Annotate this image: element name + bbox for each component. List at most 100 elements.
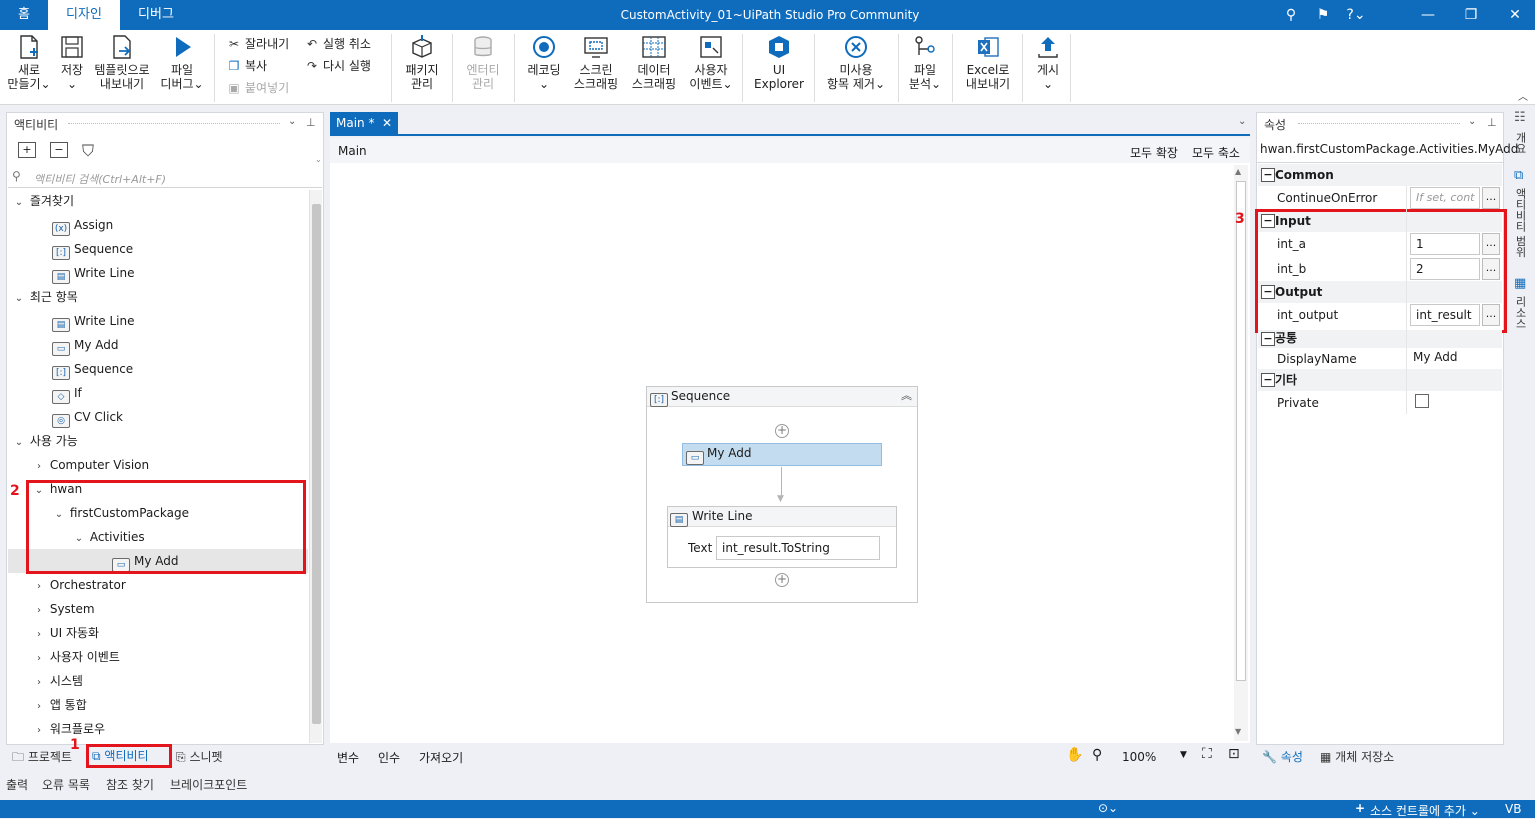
tree-item-sequence[interactable]: [:] Sequence: [52, 357, 133, 381]
tree-recent[interactable]: ⌄ 최근 항목: [12, 285, 78, 309]
breadcrumb[interactable]: Main: [338, 144, 367, 158]
collapse-all-icon[interactable]: −: [50, 142, 68, 158]
expand-all-button[interactable]: 모두 확장: [1130, 144, 1178, 161]
canvas-scroll-thumb[interactable]: [1236, 181, 1246, 681]
tab-home[interactable]: 홈: [0, 0, 48, 30]
tree-user-events[interactable]: › 사용자 이벤트: [32, 645, 120, 669]
zoom-dropdown-icon[interactable]: ▼: [1180, 750, 1187, 760]
pin-icon[interactable]: ⊥: [1487, 116, 1497, 129]
display-name-input[interactable]: My Add: [1413, 350, 1458, 364]
close-tab-icon[interactable]: ✕: [382, 112, 392, 134]
cut-button[interactable]: ✂ 잘라내기: [226, 34, 289, 54]
manage-entities-button[interactable]: 엔터티 관리: [460, 34, 506, 91]
copy-button[interactable]: ❐ 복사: [226, 56, 267, 76]
redo-button[interactable]: ↷ 다시 실행: [304, 56, 371, 76]
zoom-level[interactable]: 100%: [1122, 750, 1156, 764]
arguments-tab[interactable]: 인수: [378, 749, 400, 766]
search-icon[interactable]: ⚲: [1281, 6, 1301, 24]
fit-screen-icon[interactable]: ⛶: [1202, 746, 1212, 762]
activity-search-box[interactable]: ⚲ 액티비티 검색(Ctrl+Alt+F): [8, 168, 322, 188]
category-misc[interactable]: − 기타: [1258, 369, 1502, 391]
tab-snippets[interactable]: ⎘ 스니펫: [176, 748, 223, 765]
collapse-all-button[interactable]: 모두 축소: [1192, 144, 1240, 161]
notification-icon[interactable]: ⊙⌄: [1098, 801, 1118, 815]
side-tab-outline[interactable]: 개요: [1514, 132, 1528, 154]
remove-unused-button[interactable]: 미사용 항목 제거⌄: [822, 34, 890, 91]
scroll-down-icon[interactable]: ▼: [1235, 727, 1241, 736]
tree-item-write-line[interactable]: ▤ Write Line: [52, 309, 135, 333]
filter-icon[interactable]: ⛉: [82, 141, 94, 161]
tree-system[interactable]: › System: [32, 597, 95, 621]
activities-scrollbar[interactable]: [309, 190, 322, 743]
minimize-icon[interactable]: —: [1418, 6, 1438, 24]
screen-scraping-button[interactable]: 스크린 스크래핑: [570, 34, 622, 91]
tab-object-repository[interactable]: ▦ 개체 저장소: [1320, 748, 1394, 765]
tree-system-ko[interactable]: › 시스템: [32, 669, 83, 693]
tab-design[interactable]: 디자인: [48, 0, 120, 30]
tree-ui-automation[interactable]: › UI 자동화: [32, 621, 99, 645]
export-excel-button[interactable]: Excel로 내보내기: [960, 34, 1016, 91]
side-tab-activity-scope[interactable]: 액티비티 범위: [1514, 188, 1528, 258]
tree-available[interactable]: ⌄ 사용 가능: [12, 429, 78, 453]
collapse-sequence-icon[interactable]: ︽: [901, 387, 912, 403]
tab-properties[interactable]: 🔧 속성: [1262, 748, 1303, 765]
close-icon[interactable]: ✕: [1505, 6, 1525, 24]
debug-file-button[interactable]: 파일 디버그⌄: [158, 34, 206, 91]
scroll-thumb[interactable]: [312, 204, 321, 724]
imports-tab[interactable]: 가져오기: [419, 749, 463, 766]
data-scraping-button[interactable]: 데이터 스크래핑: [627, 34, 681, 91]
tree-app-integration[interactable]: › 앱 통합: [32, 693, 87, 717]
tab-debug[interactable]: 디버그: [120, 0, 192, 30]
user-avatar[interactable]: VB: [1505, 802, 1521, 816]
tree-item-sequence[interactable]: [:] Sequence: [52, 237, 133, 261]
tree-item-my-add[interactable]: ▭ My Add: [52, 333, 119, 357]
tree-orchestrator[interactable]: › Orchestrator: [32, 573, 126, 597]
tab-project[interactable]: 🗀 프로젝트: [12, 748, 72, 769]
tree-item-assign[interactable]: (x) Assign: [52, 213, 113, 237]
tree-item-if[interactable]: ◇ If: [52, 381, 82, 405]
category-common-ko[interactable]: − 공통: [1258, 330, 1502, 348]
manage-packages-button[interactable]: 패키지 관리: [400, 34, 444, 91]
overview-icon[interactable]: ⊡: [1228, 746, 1240, 762]
hand-pan-icon[interactable]: ✋: [1066, 747, 1083, 763]
export-template-button[interactable]: 템플릿으로 내보내기: [91, 34, 153, 91]
tab-error-list[interactable]: 오류 목록: [42, 776, 90, 793]
new-button[interactable]: 새로 만들기⌄: [6, 34, 52, 91]
file-analysis-button[interactable]: 파일 분석⌄: [904, 34, 946, 91]
tree-item-write-line[interactable]: ▤ Write Line: [52, 261, 135, 285]
side-tab-resources[interactable]: 리소스: [1514, 296, 1528, 329]
add-activity-icon[interactable]: +: [775, 424, 789, 438]
continue-on-error-ellipsis-button[interactable]: ...: [1482, 187, 1500, 209]
write-line-text-input[interactable]: int_result.ToString: [716, 536, 880, 560]
tree-computer-vision[interactable]: › Computer Vision: [32, 453, 149, 477]
canvas-scrollbar[interactable]: ▲ ▼: [1234, 165, 1248, 741]
maximize-icon[interactable]: ❐: [1461, 6, 1481, 24]
tab-output[interactable]: 출력: [6, 776, 28, 793]
paste-button[interactable]: ▣ 붙여넣기: [226, 78, 289, 98]
tab-list-icon[interactable]: ⌄: [1238, 116, 1246, 127]
zoom-icon[interactable]: ⚲: [1092, 747, 1102, 763]
panel-menu-icon[interactable]: ⌄: [1468, 116, 1476, 127]
add-activity-icon[interactable]: +: [775, 573, 789, 587]
tree-workflow[interactable]: › 워크플로우: [32, 717, 105, 741]
pin-icon[interactable]: ⊥: [306, 116, 316, 129]
category-common[interactable]: − Common: [1258, 164, 1502, 186]
source-control-button[interactable]: 소스 컨트롤에 추가 ⌄: [1370, 802, 1480, 819]
help-icon[interactable]: ?⌄: [1343, 6, 1369, 24]
save-button[interactable]: 저장 ⌄: [56, 34, 88, 91]
collapse-ribbon-icon[interactable]: ︿: [1518, 88, 1528, 103]
ui-explorer-button[interactable]: UI Explorer: [752, 34, 806, 91]
tree-item-cv-click[interactable]: ◎ CV Click: [52, 405, 123, 429]
expand-all-icon[interactable]: +: [18, 142, 36, 158]
tab-breakpoints[interactable]: 브레이크포인트: [170, 776, 247, 793]
variables-tab[interactable]: 변수: [337, 749, 359, 766]
feedback-icon[interactable]: ⚑: [1313, 6, 1333, 24]
publish-button[interactable]: 게시 ⌄: [1030, 34, 1066, 91]
tab-find-references[interactable]: 참조 찾기: [106, 776, 154, 793]
panel-menu-icon[interactable]: ⌄: [288, 116, 296, 127]
recording-button[interactable]: 레코딩 ⌄: [522, 34, 566, 91]
private-checkbox[interactable]: [1415, 394, 1429, 408]
tab-main[interactable]: Main * ✕: [330, 112, 398, 134]
continue-on-error-input[interactable]: If set, cont: [1410, 187, 1480, 209]
user-events-button[interactable]: 사용자 이벤트⌄: [686, 34, 736, 91]
